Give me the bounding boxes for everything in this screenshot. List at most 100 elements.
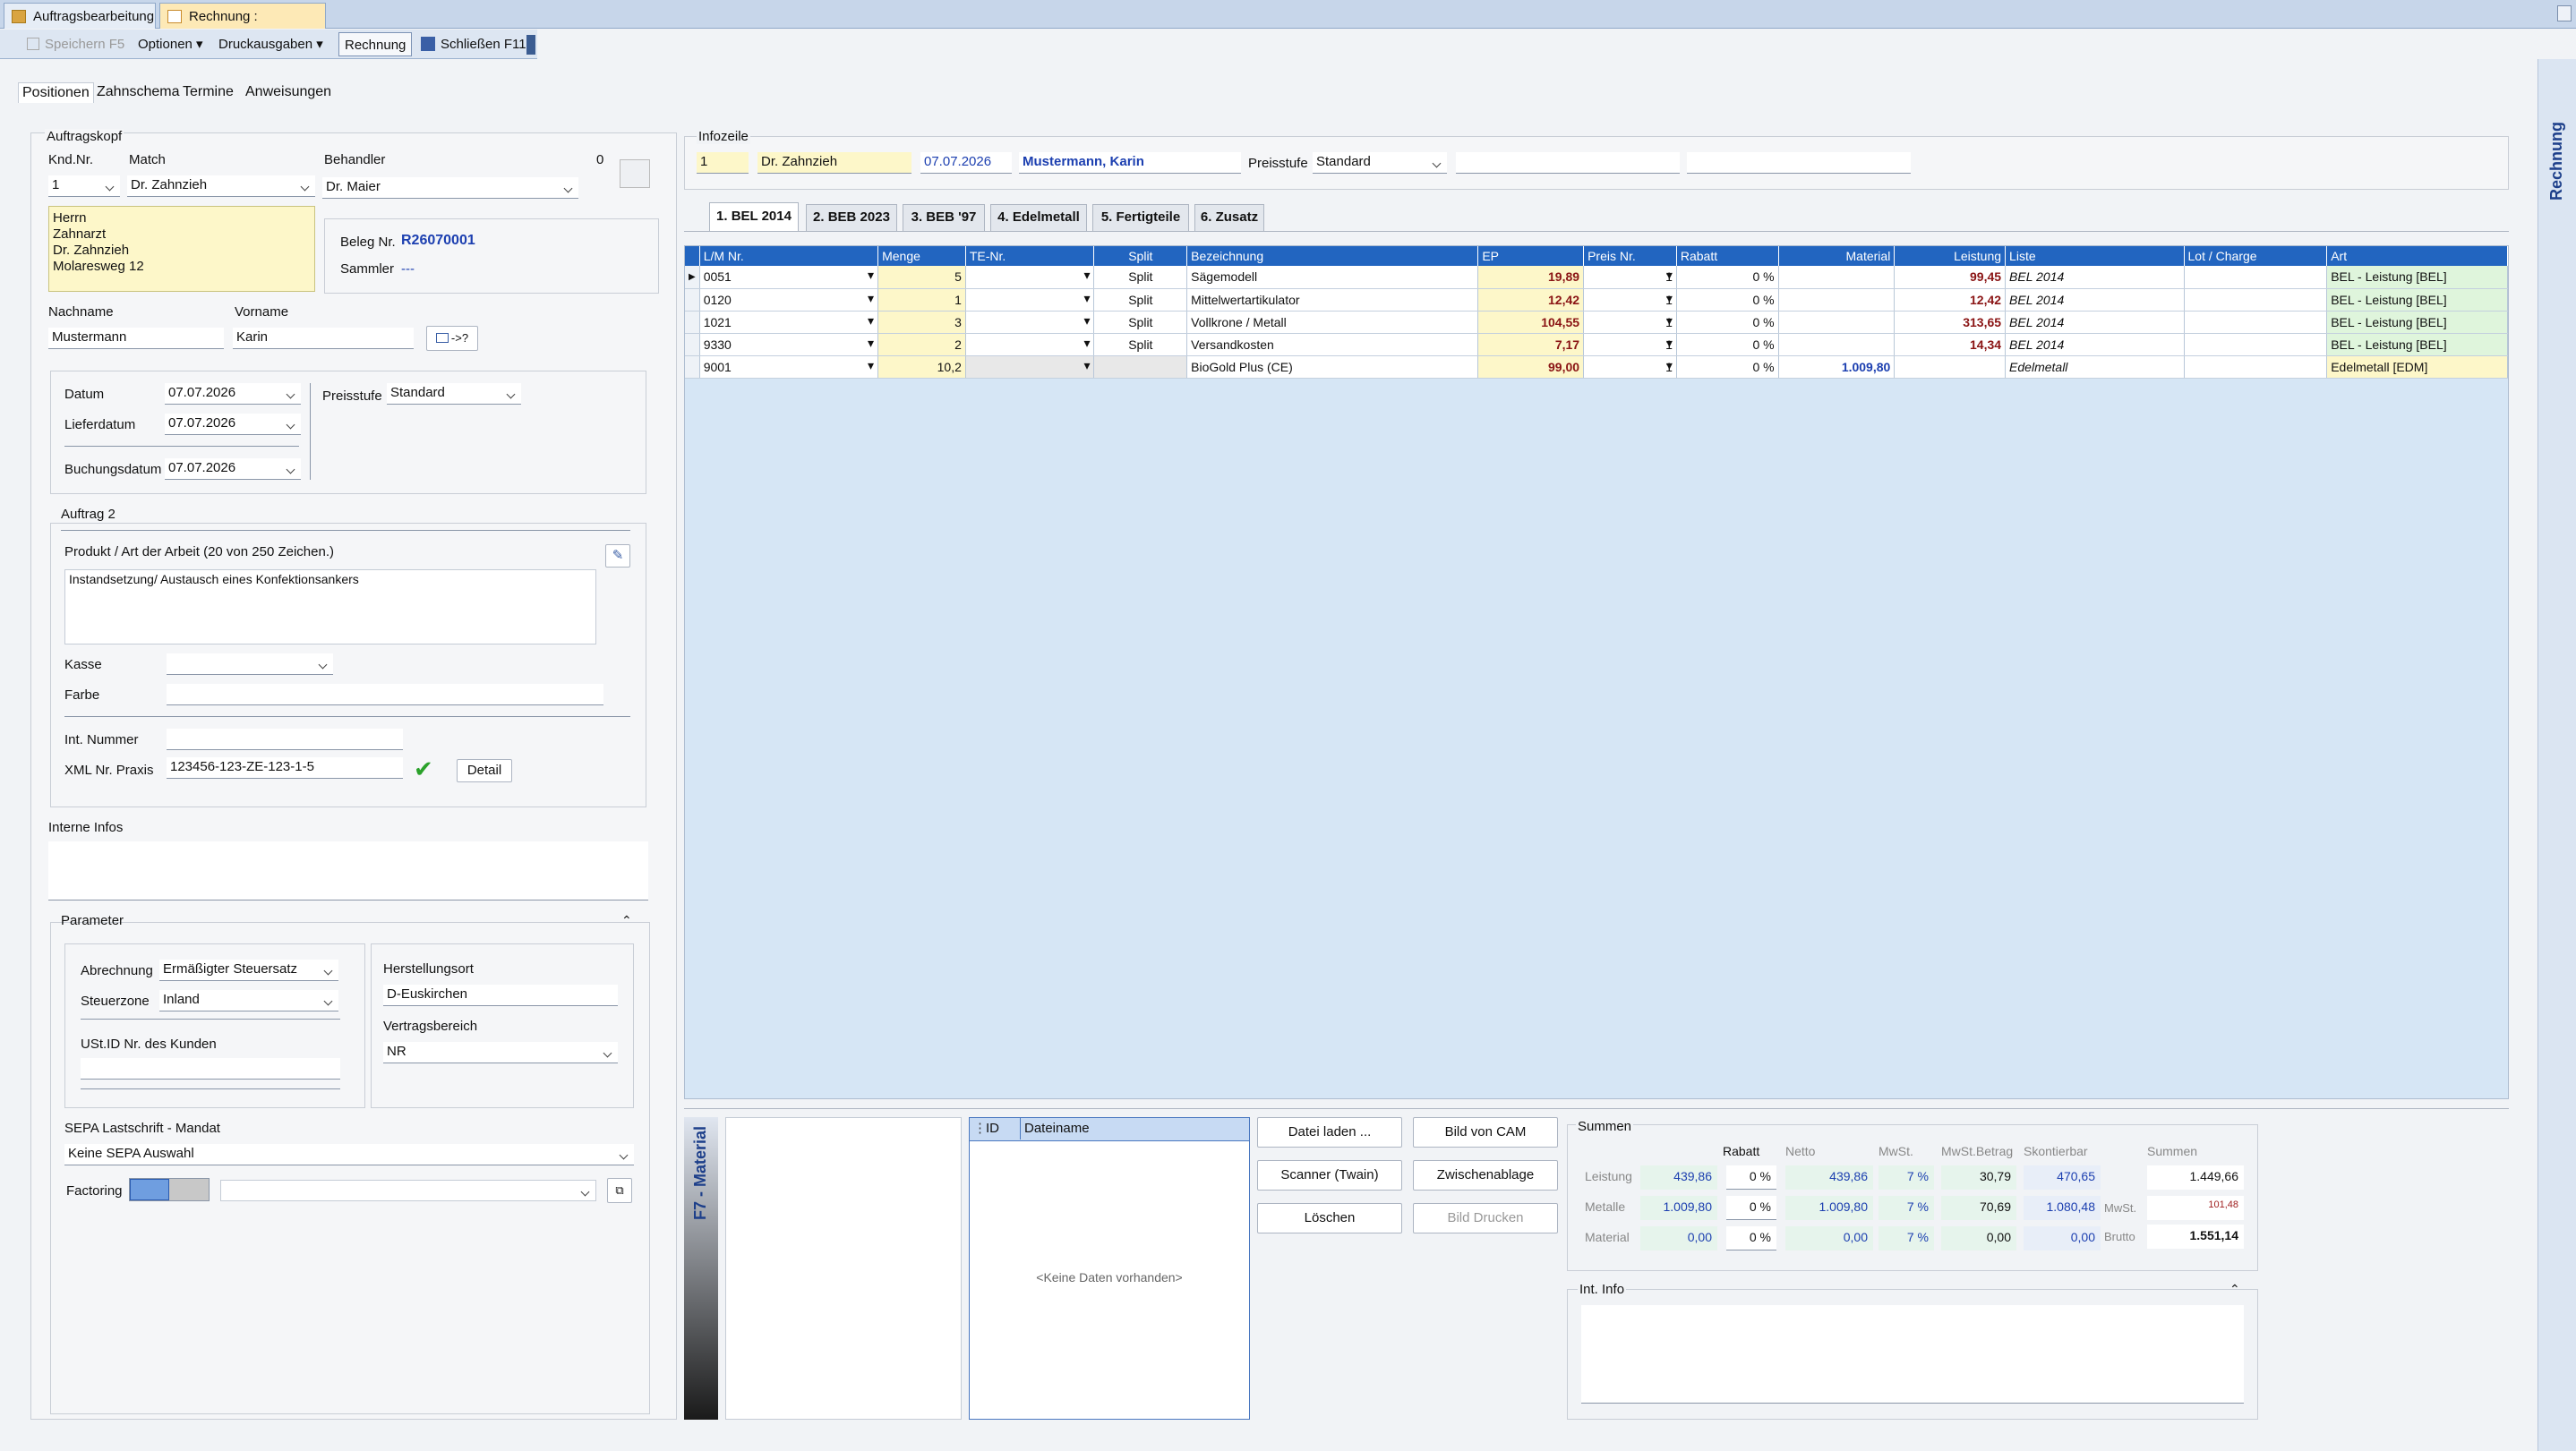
sum-row-rabatt[interactable]: 0 % <box>1726 1196 1776 1220</box>
pos-tab-bel2014[interactable]: 1. BEL 2014 <box>709 202 799 231</box>
cell-rabatt[interactable]: 0 % <box>1676 266 1779 289</box>
cell-lot[interactable] <box>2184 333 2328 356</box>
col-dateiname[interactable]: Dateiname <box>1020 1118 1090 1139</box>
dropdown-arrow-icon[interactable]: ▾ <box>1083 336 1090 351</box>
pos-tab-fertigteile[interactable]: 5. Fertigteile <box>1092 204 1189 231</box>
table-row[interactable]: 9330 ▾ 2 ▾ Split Versandkosten 7,17 1 ▾ 0 % 14,34 B… <box>685 333 2508 356</box>
cell-lot[interactable] <box>2184 355 2328 379</box>
copy-icon[interactable]: ⧉ <box>607 1178 632 1203</box>
invoice-button[interactable]: Rechnung <box>338 32 413 56</box>
delete-button[interactable]: Löschen <box>1257 1203 1402 1233</box>
cell-menge[interactable]: 10,2 <box>877 355 966 379</box>
cell-rabatt[interactable]: 0 % <box>1676 288 1779 312</box>
cell-bezeichnung[interactable]: BioGold Plus (CE) <box>1186 355 1479 379</box>
print-menu[interactable]: Druckausgaben ▾ <box>213 32 329 56</box>
cell-ep[interactable]: 19,89 <box>1477 266 1585 289</box>
tab-termine[interactable]: Termine <box>179 82 237 102</box>
material-side-tab[interactable]: F7 - Material <box>684 1117 718 1420</box>
col-preis-nr[interactable]: Preis Nr. <box>1583 246 1677 266</box>
cell-te-nr[interactable]: ▾ <box>965 333 1095 356</box>
cell-te-nr[interactable]: ▾ <box>965 266 1095 289</box>
cell-split[interactable]: Split <box>1093 333 1188 356</box>
cell-preis-nr[interactable]: 1 ▾ <box>1583 288 1677 312</box>
cell-leistung[interactable]: 14,34 <box>1894 333 2007 356</box>
cell-split[interactable]: Split <box>1093 288 1188 312</box>
cell-material[interactable] <box>1778 266 1896 289</box>
cell-lm-nr[interactable]: 9001 ▾ <box>699 355 879 379</box>
knd-select[interactable]: 1 <box>48 175 120 197</box>
interne-infos-field[interactable] <box>48 841 648 900</box>
cell-rabatt[interactable]: 0 % <box>1676 355 1779 379</box>
doc-tab-rechnung[interactable]: Rechnung : R26070001 <box>159 3 326 50</box>
print-image-button[interactable]: Bild Drucken <box>1413 1203 1558 1233</box>
vorname-field[interactable]: Karin <box>233 328 414 349</box>
match-select[interactable]: Dr. Zahnzieh <box>127 175 315 197</box>
factoring-toggle[interactable] <box>129 1178 210 1201</box>
cell-bezeichnung[interactable]: Versandkosten <box>1186 333 1479 356</box>
cell-te-nr[interactable]: ▾ <box>965 311 1095 334</box>
load-file-button[interactable]: Datei laden ... <box>1257 1117 1402 1148</box>
pos-tab-zusatz[interactable]: 6. Zusatz <box>1194 204 1264 231</box>
edit-text-button[interactable]: ✎ <box>605 544 630 568</box>
cell-bezeichnung[interactable]: Sägemodell <box>1186 266 1479 289</box>
dropdown-arrow-icon[interactable]: ▾ <box>1666 358 1673 373</box>
save-button[interactable]: Speichern F5 <box>21 32 130 56</box>
datum-field[interactable]: 07.07.2026 <box>165 383 301 405</box>
cell-rabatt[interactable]: 0 % <box>1676 333 1779 356</box>
table-row[interactable]: ▶ 0051 ▾ 5 ▾ Split Sägemodell 19,89 1 ▾ 0 % 99,45 BE… <box>685 266 2508 289</box>
col-rabatt[interactable]: Rabatt <box>1676 246 1779 266</box>
tab-anweisungen[interactable]: Anweisungen <box>242 82 335 102</box>
cell-lot[interactable] <box>2184 311 2328 334</box>
table-row[interactable]: 9001 ▾ 10,2 ▾ BioGold Plus (CE) 99,00 1 ▾ 0 % 1.0… <box>685 355 2508 379</box>
cell-menge[interactable]: 5 <box>877 266 966 289</box>
dropdown-arrow-icon[interactable]: ▾ <box>1666 313 1673 329</box>
cell-ep[interactable]: 99,00 <box>1477 355 1585 379</box>
cell-leistung[interactable]: 99,45 <box>1894 266 2007 289</box>
cell-split[interactable] <box>1093 355 1188 379</box>
close-button[interactable]: Schließen F11 <box>415 32 532 56</box>
cell-liste[interactable]: BEL 2014 <box>2005 311 2185 334</box>
dropdown-arrow-icon[interactable]: ▾ <box>1083 291 1090 306</box>
cell-liste[interactable]: BEL 2014 <box>2005 333 2185 356</box>
cell-liste[interactable]: Edelmetall <box>2005 355 2185 379</box>
cell-preis-nr[interactable]: 1 ▾ <box>1583 311 1677 334</box>
detail-button[interactable]: Detail <box>457 759 512 782</box>
dropdown-arrow-icon[interactable]: ▾ <box>868 268 874 283</box>
cell-bezeichnung[interactable]: Vollkrone / Metall <box>1186 311 1479 334</box>
dropdown-arrow-icon[interactable]: ▾ <box>868 313 874 329</box>
kasse-select[interactable] <box>167 653 333 675</box>
cell-ep[interactable]: 104,55 <box>1477 311 1585 334</box>
cell-art[interactable]: BEL - Leistung [BEL] <box>2326 311 2508 334</box>
cell-art[interactable]: BEL - Leistung [BEL] <box>2326 333 2508 356</box>
cell-art[interactable]: BEL - Leistung [BEL] <box>2326 266 2508 289</box>
vertragsbereich-select[interactable]: NR <box>383 1042 618 1063</box>
abrechnung-select[interactable]: Ermäßigter Steuersatz <box>159 960 338 981</box>
pos-tab-beb97[interactable]: 3. BEB '97 <box>903 204 985 231</box>
farbe-field[interactable] <box>167 684 603 705</box>
file-list[interactable]: ⋮ ID Dateiname <Keine Daten vorhanden> <box>969 1117 1250 1420</box>
nachname-field[interactable]: Mustermann <box>48 328 224 349</box>
dropdown-arrow-icon[interactable]: ▾ <box>868 291 874 306</box>
cell-material[interactable] <box>1778 333 1896 356</box>
collapse-icon[interactable]: ⌃ <box>621 913 632 928</box>
behandler-select[interactable]: Dr. Maier <box>322 177 578 199</box>
ust-field[interactable] <box>81 1058 340 1080</box>
cell-preis-nr[interactable]: 1 ▾ <box>1583 266 1677 289</box>
dropdown-arrow-icon[interactable]: ▾ <box>1666 268 1673 283</box>
dropdown-arrow-icon[interactable]: ▾ <box>1083 313 1090 329</box>
col-liste[interactable]: Liste <box>2005 246 2185 266</box>
preisstufe-select[interactable]: Standard <box>387 383 521 405</box>
tab-zahnschema[interactable]: Zahnschema <box>93 82 184 102</box>
int-info-field[interactable] <box>1581 1305 2244 1404</box>
cell-lm-nr[interactable]: 0120 ▾ <box>699 288 879 312</box>
toolbar-overflow[interactable] <box>526 35 535 55</box>
cell-menge[interactable]: 2 <box>877 333 966 356</box>
cell-split[interactable]: Split <box>1093 266 1188 289</box>
col-bezeichnung[interactable]: Bezeichnung <box>1186 246 1479 266</box>
tab-menu-dropdown[interactable] <box>2557 5 2572 21</box>
col-menge[interactable]: Menge <box>877 246 966 266</box>
cell-material[interactable] <box>1778 288 1896 312</box>
produkt-textarea[interactable]: Instandsetzung/ Austausch eines Konfekti… <box>64 569 596 644</box>
buchungsdatum-field[interactable]: 07.07.2026 <box>165 458 301 480</box>
cell-art[interactable]: Edelmetall [EDM] <box>2326 355 2508 379</box>
